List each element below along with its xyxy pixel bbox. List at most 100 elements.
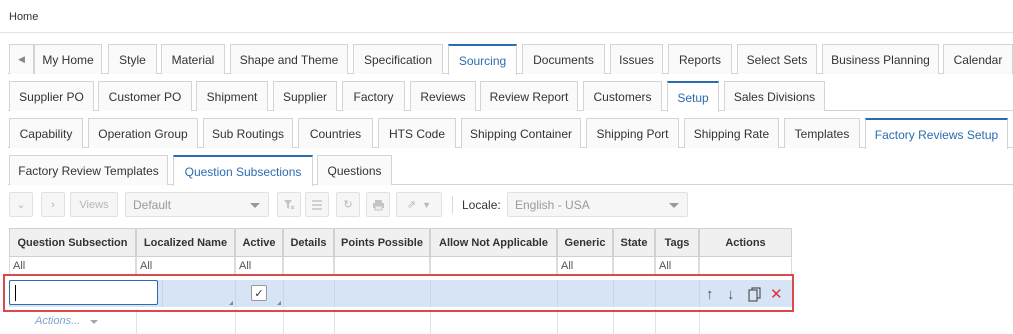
column-divider	[655, 309, 656, 334]
tab-calendar[interactable]: Calendar	[943, 44, 1013, 74]
tab-templates[interactable]: Templates	[784, 118, 860, 148]
tab-review-report[interactable]: Review Report	[480, 81, 578, 111]
filter-active[interactable]: All	[235, 257, 283, 275]
tab-capability[interactable]: Capability	[9, 118, 83, 148]
tab-hts-code[interactable]: HTS Code	[378, 118, 456, 148]
column-header-allow-not-applicable[interactable]: Allow Not Applicable	[430, 228, 557, 257]
tab-issues[interactable]: Issues	[610, 44, 663, 74]
tab-shipping-rate[interactable]: Shipping Rate	[684, 118, 779, 148]
column-header-active[interactable]: Active	[235, 228, 283, 257]
delete-icon[interactable]: ✕	[770, 287, 783, 302]
tab-factory-reviews-setup[interactable]: Factory Reviews Setup	[865, 118, 1008, 149]
row-actions-menu[interactable]: Actions...	[35, 315, 80, 327]
refresh-button[interactable]: ↻	[336, 192, 360, 217]
breadcrumb[interactable]: Home	[0, 0, 1013, 33]
text-cursor	[15, 285, 16, 301]
move-down-icon[interactable]: ↓	[727, 287, 735, 302]
column-header-points-possible[interactable]: Points Possible	[334, 228, 430, 257]
edit-tags-cell[interactable]	[655, 280, 699, 307]
factory-reviews-subtabs: Factory Review Templates Question Subsec…	[0, 155, 1013, 186]
tab-customer-po[interactable]: Customer PO	[98, 81, 192, 111]
question-subsection-input[interactable]	[9, 280, 158, 305]
view-select[interactable]: Default	[125, 192, 269, 217]
collapse-button[interactable]: ⌄	[9, 192, 33, 217]
edit-allow-not-applicable-cell[interactable]	[430, 280, 557, 307]
tab-my-home[interactable]: My Home	[34, 44, 102, 74]
tab-shipping-port[interactable]: Shipping Port	[586, 118, 679, 148]
tab-countries[interactable]: Countries	[298, 118, 373, 148]
tab-specification[interactable]: Specification	[353, 44, 443, 74]
column-divider	[235, 309, 236, 334]
filter-localized-name[interactable]: All	[136, 257, 235, 275]
tab-question-subsections[interactable]: Question Subsections	[173, 155, 313, 186]
chevron-left-icon: ◀	[18, 54, 25, 64]
copy-icon[interactable]	[748, 287, 761, 305]
tab-supplier[interactable]: Supplier	[273, 81, 337, 111]
external-link-icon: ⇗	[406, 199, 417, 211]
column-divider	[557, 309, 558, 334]
checkmark-icon: ✓	[254, 287, 264, 300]
column-header-localized-name[interactable]: Localized Name	[136, 228, 235, 257]
locale-select[interactable]: English - USA	[507, 192, 688, 217]
edit-generic-cell[interactable]	[557, 280, 613, 307]
tab-supplier-po[interactable]: Supplier PO	[9, 81, 94, 111]
tab-select-sets[interactable]: Select Sets	[737, 44, 817, 74]
tab-shipment[interactable]: Shipment	[196, 81, 268, 111]
filter-state[interactable]	[613, 257, 655, 275]
tab-questions[interactable]: Questions	[317, 155, 392, 185]
tab-setup[interactable]: Setup	[667, 81, 719, 112]
column-header-tags[interactable]: Tags	[655, 228, 699, 257]
tab-business-planning[interactable]: Business Planning	[822, 44, 939, 74]
clear-filter-button[interactable]	[277, 192, 301, 217]
filter-tags[interactable]: All	[655, 257, 699, 275]
column-divider	[430, 309, 431, 334]
filter-clear-icon	[284, 199, 295, 209]
chevron-down-icon: ▼	[422, 199, 432, 210]
tab-customers[interactable]: Customers	[583, 81, 662, 111]
active-checkbox[interactable]: ✓	[251, 285, 267, 301]
filter-points-possible[interactable]	[334, 257, 430, 275]
tab-documents[interactable]: Documents	[522, 44, 605, 74]
filter-details[interactable]	[283, 257, 334, 275]
filter-question-subsection[interactable]: All	[9, 257, 136, 275]
filter-generic[interactable]: All	[557, 257, 613, 275]
columns-button[interactable]	[305, 192, 329, 217]
move-up-icon[interactable]: ↑	[706, 287, 714, 302]
export-button[interactable]: ⇗ ▼	[396, 192, 442, 217]
tab-factory-review-templates[interactable]: Factory Review Templates	[9, 155, 168, 185]
printer-icon	[372, 199, 384, 210]
edit-localized-name-cell[interactable]	[162, 280, 235, 307]
tab-sourcing[interactable]: Sourcing	[448, 44, 517, 75]
tab-scroll-left-button[interactable]: ◀	[9, 44, 34, 74]
tab-sub-routings[interactable]: Sub Routings	[203, 118, 293, 148]
edit-points-possible-cell[interactable]	[334, 280, 430, 307]
tab-reviews[interactable]: Reviews	[410, 81, 476, 111]
refresh-icon: ↻	[343, 199, 353, 211]
column-header-state[interactable]: State	[613, 228, 655, 257]
tab-style[interactable]: Style	[108, 44, 157, 74]
tab-operation-group[interactable]: Operation Group	[88, 118, 198, 148]
grid-toolbar: ⌄ › Views Default ↻ ⇗ ▼ Locale: English …	[9, 192, 1009, 218]
column-header-details[interactable]: Details	[283, 228, 334, 257]
locale-select-value: English - USA	[515, 198, 590, 212]
filter-allow-not-applicable[interactable]	[430, 257, 557, 275]
resize-handle-icon	[277, 301, 281, 305]
expand-button[interactable]: ›	[41, 192, 65, 217]
column-divider	[136, 309, 137, 334]
sourcing-subtabs: Supplier PO Customer PO Shipment Supplie…	[0, 81, 1013, 112]
views-button[interactable]: Views	[70, 192, 118, 217]
setup-subtabs: Capability Operation Group Sub Routings …	[0, 118, 1013, 149]
tab-shape-and-theme[interactable]: Shape and Theme	[230, 44, 348, 74]
column-header-generic[interactable]: Generic	[557, 228, 613, 257]
tab-factory[interactable]: Factory	[342, 81, 405, 111]
column-header-question-subsection[interactable]: Question Subsection	[9, 228, 136, 257]
print-button[interactable]	[366, 192, 390, 217]
tab-shipping-container[interactable]: Shipping Container	[461, 118, 581, 148]
view-select-value: Default	[133, 198, 172, 212]
main-module-tabs: ◀ My Home Style Material Shape and Theme…	[0, 44, 1013, 75]
tab-material[interactable]: Material	[161, 44, 225, 74]
edit-details-cell[interactable]	[283, 280, 334, 307]
tab-sales-divisions[interactable]: Sales Divisions	[724, 81, 825, 111]
tab-reports[interactable]: Reports	[668, 44, 732, 74]
edit-state-cell[interactable]	[613, 280, 655, 307]
